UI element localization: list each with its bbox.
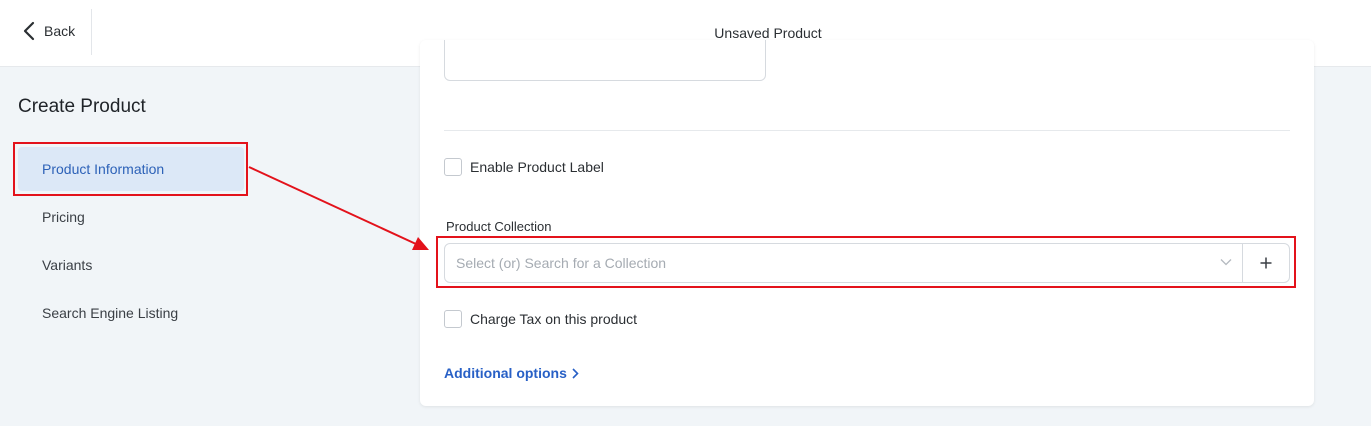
sidebar-item-search-engine-listing[interactable]: Search Engine Listing — [18, 291, 244, 335]
sidebar-title: Create Product — [18, 96, 146, 117]
enable-product-label-row[interactable]: Enable Product Label — [444, 158, 604, 176]
product-collection-control: Select (or) Search for a Collection — [444, 243, 1290, 283]
add-collection-button[interactable] — [1242, 244, 1289, 282]
page-title: Unsaved Product — [714, 25, 822, 41]
product-form-card: Enable Product Label Product Collection … — [420, 40, 1314, 406]
charge-tax-checkbox[interactable] — [444, 310, 462, 328]
collection-select[interactable]: Select (or) Search for a Collection — [445, 244, 1242, 282]
additional-options-label: Additional options — [444, 365, 567, 381]
charge-tax-text: Charge Tax on this product — [470, 311, 638, 327]
previous-input-field[interactable] — [444, 40, 766, 81]
chevron-right-icon — [572, 367, 579, 379]
additional-options-link[interactable]: Additional options — [444, 365, 579, 381]
collection-select-placeholder: Select (or) Search for a Collection — [456, 255, 667, 271]
enable-product-label-checkbox[interactable] — [444, 158, 462, 176]
section-divider — [444, 130, 1290, 131]
sidebar-item-pricing[interactable]: Pricing — [18, 195, 244, 239]
chevron-down-icon — [1220, 259, 1232, 266]
plus-icon — [1260, 257, 1272, 269]
sidebar-item-variants[interactable]: Variants — [18, 243, 244, 287]
product-collection-label: Product Collection — [446, 219, 552, 234]
sidebar-item-product-information[interactable]: Product Information — [18, 147, 244, 191]
charge-tax-row[interactable]: Charge Tax on this product — [444, 310, 637, 328]
enable-product-label-text: Enable Product Label — [470, 159, 604, 175]
